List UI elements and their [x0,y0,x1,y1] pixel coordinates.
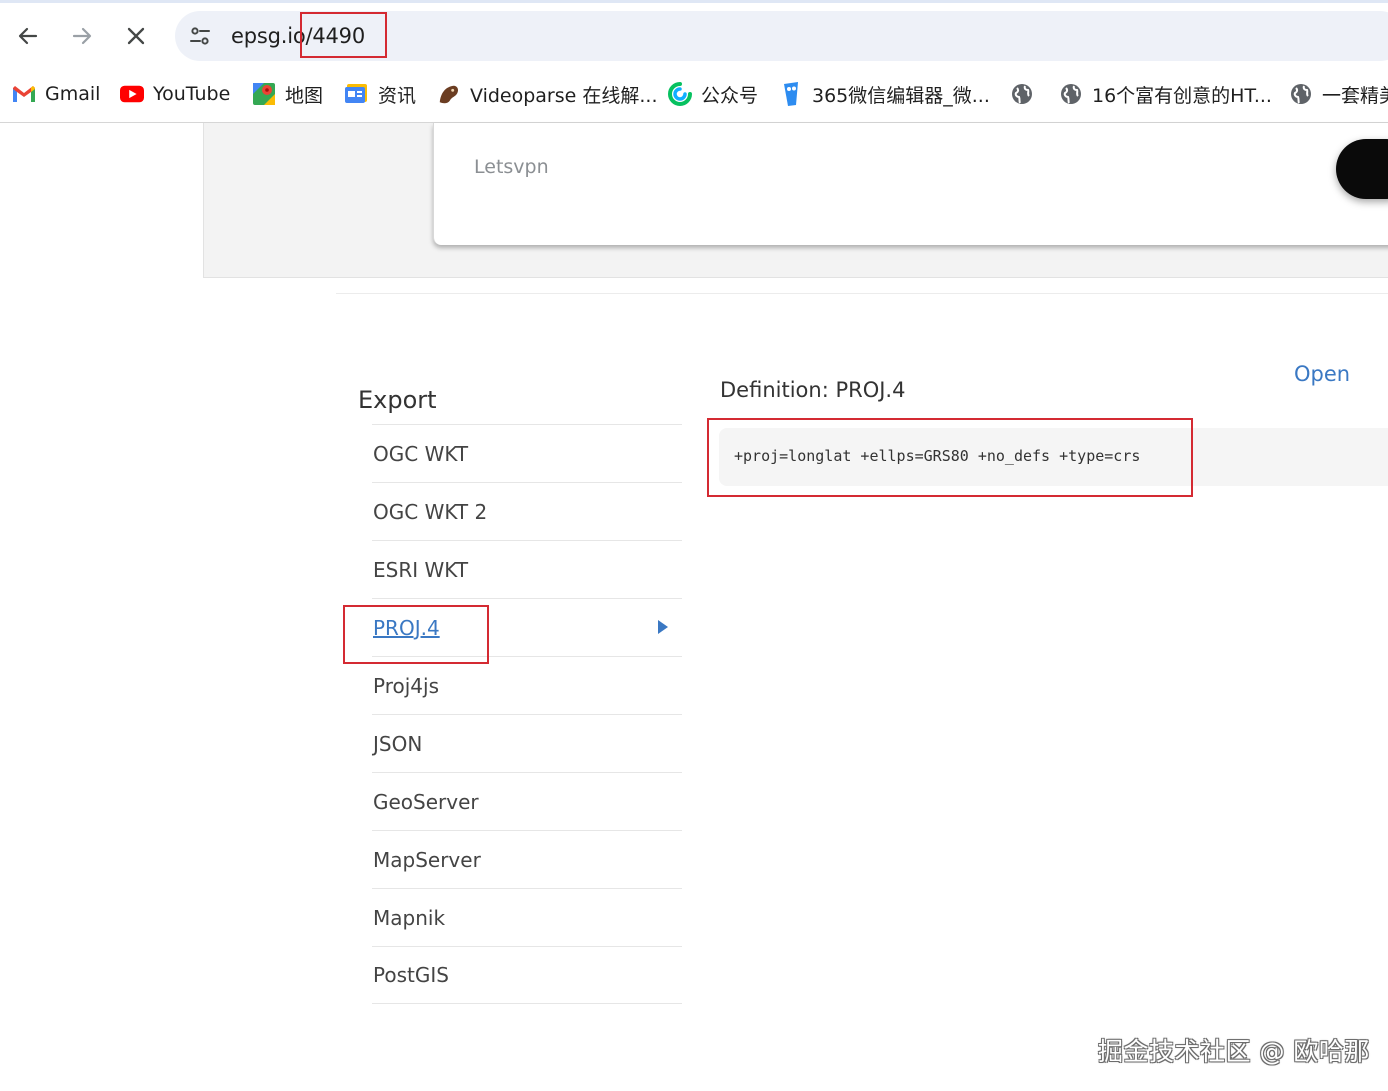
export-item-label: ESRI WKT [373,557,469,582]
section-divider [336,293,1388,294]
back-button[interactable] [8,16,48,56]
export-item-label: GeoServer [373,789,479,814]
bookmark-label: YouTube [153,83,231,105]
export-heading: Export [358,386,437,414]
wechat-mp-icon [668,82,692,106]
forward-button[interactable] [62,16,102,56]
bookmark-wechat-mp[interactable]: 公众号 [668,80,758,108]
export-item-label: Proj4js [373,673,439,698]
export-item-proj4js[interactable]: Proj4js [372,656,682,714]
export-item-ogc-wkt[interactable]: OGC WKT [372,424,682,482]
export-item-ogc-wkt-2[interactable]: OGC WKT 2 [372,482,682,540]
bookmark-videoparse[interactable]: Videoparse 在线解... [437,80,658,108]
bookmark-youtube[interactable]: YouTube [120,80,230,108]
bookmark-365-editor[interactable]: 365微信编辑器_微... [779,80,990,108]
arrow-left-icon [18,27,38,45]
export-item-label: OGC WKT 2 [373,499,488,524]
url-host: epsg.io [231,24,306,48]
globe-icon [1010,82,1034,106]
close-icon [127,27,145,45]
definition-code[interactable]: +proj=longlat +ellps=GRS80 +no_defs +typ… [734,447,1140,465]
bookmarks-bar: Gmail YouTube 地图 资讯 Videoparse 在线解... 公众… [0,72,1388,116]
gmail-icon [12,82,36,106]
export-item-mapnik[interactable]: Mapnik [372,888,682,946]
url-text[interactable]: epsg.io/4490 [231,22,365,50]
search-card [433,123,1388,245]
bookmark-label: 16个富有创意的HT... [1092,84,1272,107]
youtube-icon [120,82,144,106]
window-top-strip [0,0,1388,3]
export-item-json[interactable]: JSON [372,714,682,772]
bookmark-label: 一套精美 [1322,84,1388,107]
videoparse-icon [437,82,461,106]
maps-icon [252,82,276,106]
bookmark-label: 资讯 [378,84,417,107]
arrow-right-icon [72,27,92,45]
export-item-geoserver[interactable]: GeoServer [372,772,682,830]
bookmark-maps[interactable]: 地图 [252,80,323,108]
bookmark-label: 公众号 [701,84,759,107]
export-item-esri-wkt[interactable]: ESRI WKT [372,540,682,598]
export-item-label: PostGIS [373,963,449,987]
globe-icon [1059,82,1083,106]
url-path: /4490 [305,24,366,48]
definition-title: Definition: PROJ.4 [720,378,906,402]
365-editor-icon [779,82,803,106]
card-input-text[interactable]: Letsvpn [474,156,549,178]
bookmark-set-beautiful[interactable]: 一套精美 [1289,80,1388,108]
bookmark-news[interactable]: 资讯 [345,80,416,108]
card-action-button[interactable] [1336,139,1388,199]
bookmark-label: Videoparse 在线解... [470,84,658,107]
news-icon [345,82,369,106]
stop-loading-button[interactable] [116,16,156,56]
export-item-label: PROJ.4 [373,615,440,640]
bookmark-label: 地图 [285,84,324,107]
export-format-list: OGC WKT OGC WKT 2 ESRI WKT PROJ.4 Proj4j… [372,424,682,1004]
bookmark-label: Gmail [45,83,101,105]
bookmark-label: 365微信编辑器_微... [812,84,990,107]
bookmark-globe[interactable] [1010,80,1043,108]
export-item-postgis[interactable]: PostGIS [372,946,682,1004]
globe-icon [1289,82,1313,106]
open-link[interactable]: Open [1294,362,1350,386]
caret-right-icon [658,620,668,634]
export-item-label: Mapnik [373,905,446,930]
bookmark-16-creative[interactable]: 16个富有创意的HT... [1059,80,1272,108]
bookmark-gmail[interactable]: Gmail [12,80,100,108]
watermark-text: 掘金技术社区 @ 欧哈那 [1098,1037,1370,1066]
export-item-label: JSON [373,731,423,756]
export-item-label: MapServer [373,847,481,872]
export-item-label: OGC WKT [373,441,469,466]
export-item-mapserver[interactable]: MapServer [372,830,682,888]
site-settings-icon[interactable] [186,22,214,50]
export-item-proj4[interactable]: PROJ.4 [372,598,682,656]
